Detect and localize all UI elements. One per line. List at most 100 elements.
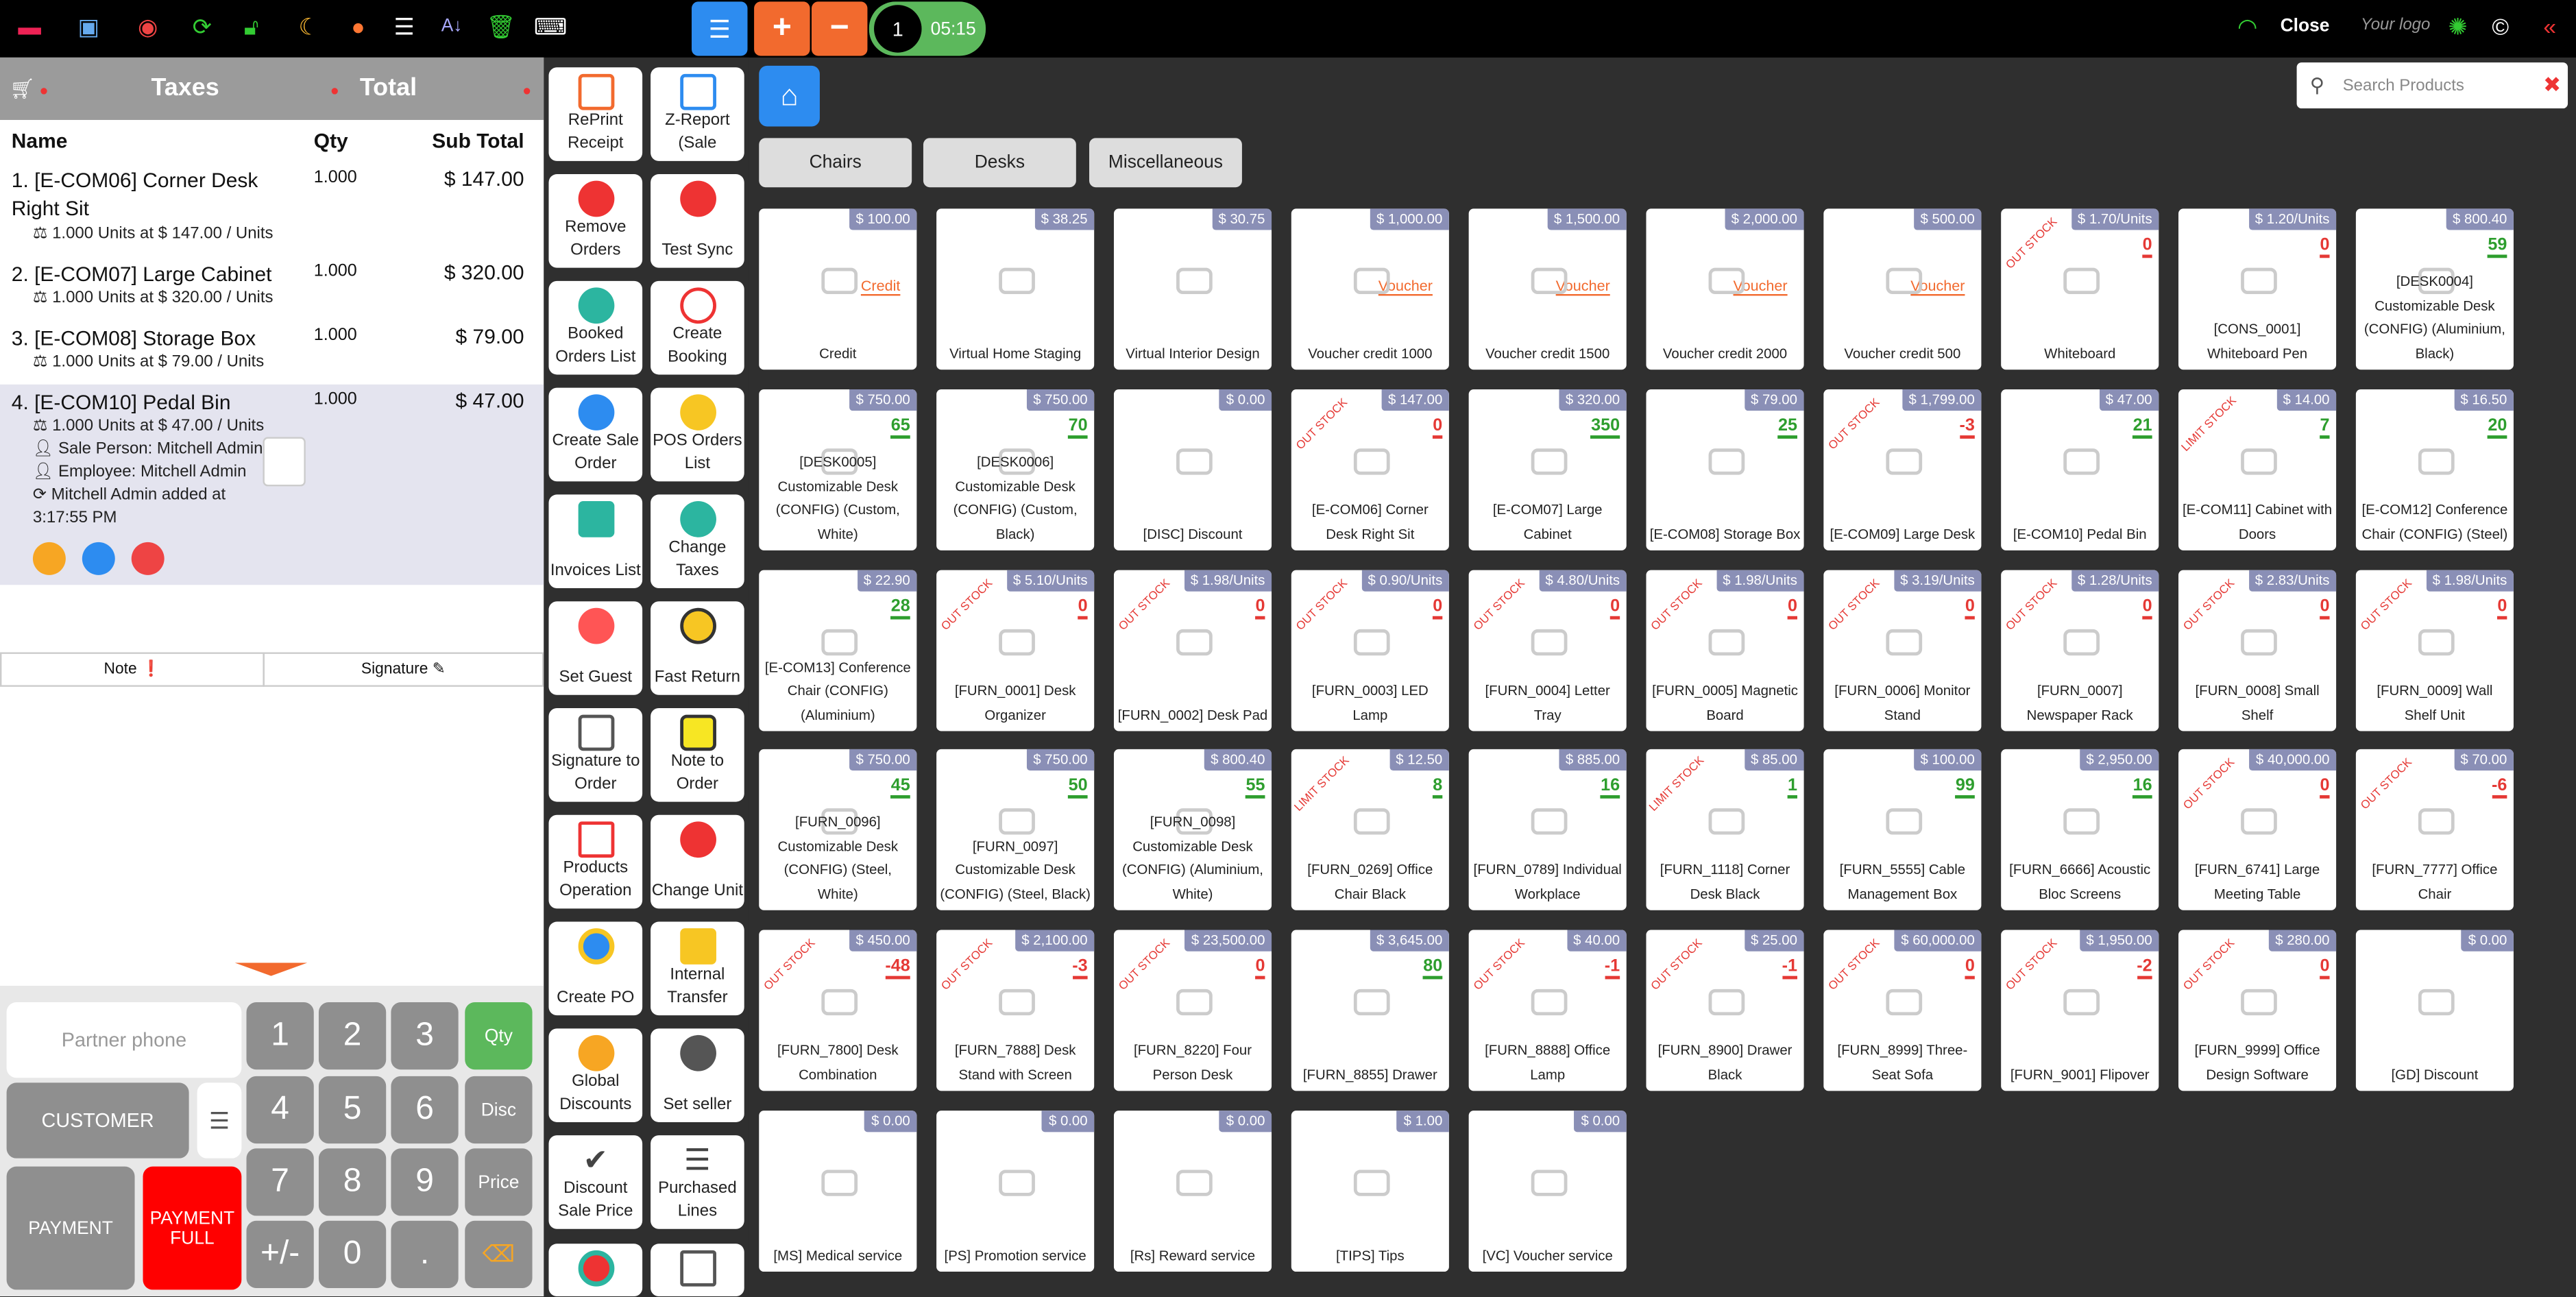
order-tab[interactable]: 1 05:15 bbox=[868, 1, 986, 56]
key-1[interactable]: 1 bbox=[246, 1002, 314, 1070]
product-card[interactable]: $ 0.90/Units 0 OUT STOCK [FURN_0003] LED La… bbox=[1291, 570, 1449, 731]
product-card[interactable]: $ 750.00 65 [DESK0005] Customizable Desk (… bbox=[759, 389, 917, 550]
key-7[interactable]: 7 bbox=[246, 1148, 314, 1216]
pos-orders-list-button[interactable]: POS Orders List bbox=[651, 387, 744, 482]
cash-icon[interactable]: ● bbox=[345, 13, 371, 39]
products-operation-button[interactable]: Products Operation bbox=[548, 814, 643, 909]
product-card[interactable]: $ 5.10/Units 0 OUT STOCK [FURN_0001] Desk O… bbox=[936, 570, 1095, 731]
product-card[interactable]: $ 750.00 45 [FURN_0096] Customizable Desk … bbox=[759, 749, 917, 910]
product-card[interactable]: $ 70.00 -6 OUT STOCK [FURN_7777] Office Cha… bbox=[2355, 749, 2514, 910]
product-card[interactable]: $ 85.00 1 LIMIT STOCK [FURN_1118] Corner De… bbox=[1646, 749, 1804, 910]
note-to-order-button[interactable]: Note to Order bbox=[651, 707, 744, 802]
product-card[interactable]: $ 1,500.00 Voucher Voucher credit 1500 bbox=[1468, 208, 1627, 370]
payment-full-button[interactable]: PAYMENT FULL bbox=[143, 1166, 242, 1290]
product-card[interactable]: $ 25.00 -1 OUT STOCK [FURN_8900] Drawer Bla… bbox=[1646, 930, 1804, 1091]
order-line[interactable]: 1. [E-COM06] Corner Desk Right Sit 1.000… bbox=[0, 167, 544, 250]
product-card[interactable]: $ 320.00 350 [E-COM07] Large Cabinet bbox=[1468, 389, 1627, 550]
product-card[interactable]: $ 1.98/Units 0 OUT STOCK [FURN_0009] Wall S… bbox=[2355, 570, 2514, 731]
product-card[interactable]: $ 14.00 7 LIMIT STOCK [E-COM11] Cabinet wit… bbox=[2178, 389, 2337, 550]
product-card[interactable]: $ 100.00 99 [FURN_5555] Cable Management B… bbox=[1823, 749, 1982, 910]
product-card[interactable]: $ 16.50 20 [E-COM12] Conference Chair (CON… bbox=[2355, 389, 2514, 550]
product-card[interactable]: $ 885.00 16 [FURN_0789] Individual Workpla… bbox=[1468, 749, 1627, 910]
product-card[interactable]: $ 1,799.00 -3 OUT STOCK [E-COM09] Large Des… bbox=[1823, 389, 1982, 550]
product-card[interactable]: $ 100.00 Credit Credit bbox=[759, 208, 917, 370]
moon-icon[interactable]: ☾ bbox=[295, 13, 321, 39]
product-card[interactable]: $ 450.00 -48 OUT STOCK [FURN_7800] Desk Com… bbox=[759, 930, 917, 1091]
set-seller-button[interactable]: Set seller bbox=[651, 1028, 744, 1122]
invoices-list-button[interactable]: Invoices List bbox=[548, 494, 643, 589]
keyboard-icon[interactable]: ⌨ bbox=[534, 13, 567, 39]
change-taxes-button[interactable]: Change Taxes bbox=[651, 494, 744, 589]
remove-orders-button[interactable]: Remove Orders bbox=[548, 174, 643, 268]
product-card[interactable]: $ 2,000.00 Voucher Voucher credit 2000 bbox=[1646, 208, 1804, 370]
set-guest-button[interactable]: Set Guest bbox=[548, 601, 643, 695]
internal-transfer-button[interactable]: Internal Transfer bbox=[651, 921, 744, 1016]
product-card[interactable]: $ 47.00 21 [E-COM10] Pedal Bin bbox=[2001, 389, 2159, 550]
product-card[interactable]: $ 23,500.00 0 OUT STOCK [FURN_8220] Four Pe… bbox=[1113, 930, 1272, 1091]
product-card[interactable]: $ 0.00 [GD] Discount bbox=[2355, 930, 2514, 1091]
z-report-button[interactable]: Z-Report (Sale bbox=[651, 67, 744, 161]
qty-button[interactable]: Qty bbox=[465, 1002, 533, 1070]
key-0[interactable]: 0 bbox=[318, 1220, 387, 1289]
list-icon[interactable]: ☰ bbox=[391, 13, 417, 39]
key-3[interactable]: 3 bbox=[391, 1002, 459, 1070]
product-card[interactable]: $ 750.00 50 [FURN_0097] Customizable Desk … bbox=[936, 749, 1095, 910]
order-line[interactable]: 3. [E-COM08] Storage Box 1.000 $ 79.00 ⚖… bbox=[0, 326, 544, 378]
key-plus-minus[interactable]: +/- bbox=[246, 1220, 314, 1289]
more-action-button[interactable] bbox=[548, 1244, 643, 1296]
signature-button[interactable]: Signature ✎ bbox=[263, 652, 544, 687]
order-line[interactable]: 2. [E-COM07] Large Cabinet 1.000 $ 320.0… bbox=[0, 261, 544, 314]
collapse-icon[interactable]: « bbox=[2537, 13, 2563, 39]
product-card[interactable]: $ 750.00 70 [DESK0006] Customizable Desk (… bbox=[936, 389, 1095, 550]
home-icon[interactable]: ⌂ bbox=[759, 65, 820, 127]
product-card[interactable]: $ 2.83/Units 0 OUT STOCK [FURN_0008] Small … bbox=[2178, 570, 2337, 731]
partner-phone-input[interactable]: Partner phone bbox=[6, 1002, 242, 1078]
customer-button[interactable]: CUSTOMER bbox=[6, 1082, 189, 1159]
booked-orders-list-button[interactable]: Booked Orders List bbox=[548, 280, 643, 375]
product-card[interactable]: $ 280.00 0 OUT STOCK [FURN_9999] Office Des… bbox=[2178, 930, 2337, 1091]
orders-list-button[interactable]: ☰ bbox=[692, 1, 748, 56]
product-card[interactable]: $ 1.20/Units 0 [CONS_0001] Whiteboard Pen bbox=[2178, 208, 2337, 370]
create-booking-button[interactable]: Create Booking bbox=[651, 280, 744, 375]
key-8[interactable]: 8 bbox=[318, 1148, 387, 1216]
product-card[interactable]: $ 38.25 Virtual Home Staging bbox=[936, 208, 1095, 370]
purchased-lines-button[interactable]: ☰ Purchased Lines bbox=[651, 1135, 744, 1229]
customer-list-icon[interactable]: ☰ bbox=[197, 1082, 242, 1159]
remove-order-button[interactable]: − bbox=[811, 1, 868, 56]
monitor-icon[interactable]: ▬ bbox=[16, 13, 42, 39]
category-desks[interactable]: Desks bbox=[923, 138, 1076, 188]
backspace-icon[interactable]: ⌫ bbox=[465, 1220, 533, 1289]
key-5[interactable]: 5 bbox=[318, 1076, 387, 1144]
product-card[interactable]: $ 1.98/Units 0 OUT STOCK [FURN_0005] Magnet… bbox=[1646, 570, 1804, 731]
unlock-icon[interactable]: 🔓︎ bbox=[239, 13, 265, 39]
product-card[interactable]: $ 0.00 [VC] Voucher service bbox=[1468, 1111, 1627, 1272]
signature-to-order-button[interactable]: Signature to Order bbox=[548, 707, 643, 802]
product-card[interactable]: $ 500.00 Voucher Voucher credit 500 bbox=[1823, 208, 1982, 370]
product-card[interactable]: $ 40.00 -1 OUT STOCK [FURN_8888] Office Lam… bbox=[1468, 930, 1627, 1091]
product-card[interactable]: $ 800.40 55 [FURN_0098] Customizable Desk … bbox=[1113, 749, 1272, 910]
product-card[interactable]: $ 0.00 [MS] Medical service bbox=[759, 1111, 917, 1272]
create-sale-order-button[interactable]: Create Sale Order bbox=[548, 387, 643, 482]
category-chairs[interactable]: Chairs bbox=[759, 138, 912, 188]
product-card[interactable]: $ 2,950.00 16 [FURN_6666] Acoustic Bloc Sc… bbox=[2001, 749, 2159, 910]
global-discounts-button[interactable]: Global Discounts bbox=[548, 1028, 643, 1122]
product-card[interactable]: $ 40,000.00 0 OUT STOCK [FURN_6741] Large M… bbox=[2178, 749, 2337, 910]
image-icon[interactable]: ▣ bbox=[75, 13, 101, 39]
lock-sync-icon[interactable]: ◉ bbox=[135, 13, 161, 39]
product-card[interactable]: $ 0.00 [PS] Promotion service bbox=[936, 1111, 1095, 1272]
product-card[interactable]: $ 1.70/Units 0 OUT STOCK Whiteboard bbox=[2001, 208, 2159, 370]
test-sync-button[interactable]: Test Sync bbox=[651, 174, 744, 268]
reprint-receipt-button[interactable]: RePrint Receipt bbox=[548, 67, 643, 161]
collapse-arrow-icon[interactable] bbox=[234, 962, 308, 976]
product-card[interactable]: $ 60,000.00 0 OUT STOCK [FURN_8999] Three-S… bbox=[1823, 930, 1982, 1091]
order-line-selected[interactable]: 4. [E-COM10] Pedal Bin 1.000 $ 47.00 ⚖ 1… bbox=[0, 384, 544, 585]
product-card[interactable]: $ 0.00 [DISC] Discount bbox=[1113, 389, 1272, 550]
close-button[interactable]: Close bbox=[2281, 16, 2330, 36]
key-2[interactable]: 2 bbox=[318, 1002, 387, 1070]
key-dot[interactable]: . bbox=[391, 1220, 459, 1289]
product-card[interactable]: $ 1.00 [TIPS] Tips bbox=[1291, 1111, 1449, 1272]
key-4[interactable]: 4 bbox=[246, 1076, 314, 1144]
more-action-button[interactable] bbox=[651, 1244, 744, 1296]
add-order-button[interactable]: + bbox=[754, 1, 810, 56]
product-card[interactable]: $ 0.00 [Rs] Reward service bbox=[1113, 1111, 1272, 1272]
